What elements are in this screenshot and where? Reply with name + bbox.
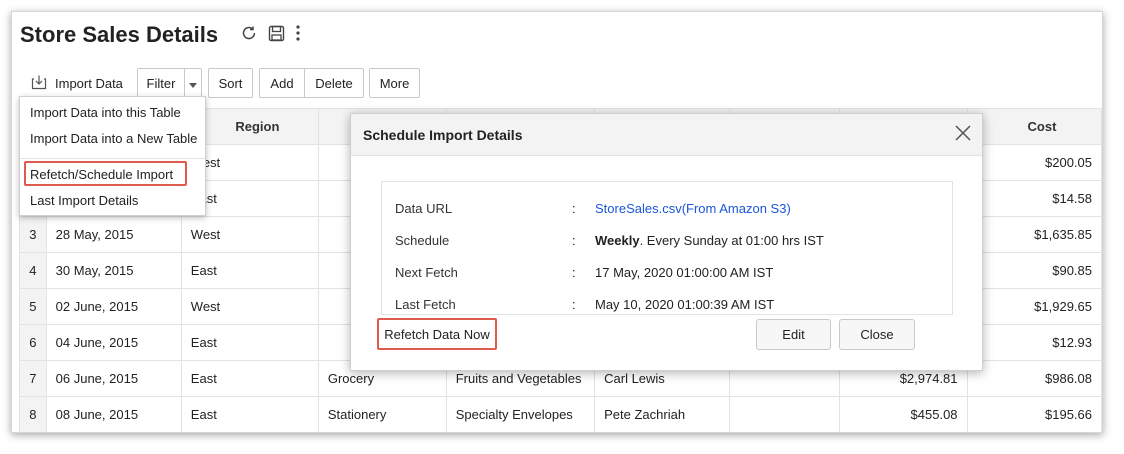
cell-cost[interactable]: $12.93 [966, 324, 1102, 361]
cell-product[interactable]: Specialty Envelopes [445, 396, 596, 432]
cell-region[interactable]: East [180, 396, 319, 432]
close-button[interactable]: Close [839, 319, 915, 350]
menu-item-import-into-table[interactable]: Import Data into this Table [30, 105, 181, 120]
row-number[interactable]: 6 [19, 324, 47, 361]
import-data-label: Import Data [55, 75, 123, 91]
toolbar: Import Data Filter Sort Add Delete More [19, 68, 420, 98]
cell-cost[interactable]: $200.05 [966, 144, 1102, 181]
schedule-import-dialog: Schedule Import Details Data URL : Store… [350, 113, 983, 371]
dialog-title: Schedule Import Details [363, 127, 523, 143]
cell-cost[interactable]: $195.66 [966, 396, 1102, 432]
dialog-header: Schedule Import Details [351, 114, 982, 156]
cell-date[interactable]: 02 June, 2015 [45, 288, 182, 325]
menu-divider [20, 158, 205, 159]
info-row-data-url: Data URL : StoreSales.csv(From Amazon S3… [382, 199, 952, 219]
row-number[interactable]: 5 [19, 288, 47, 325]
row-number[interactable]: 4 [19, 252, 47, 289]
row-number[interactable]: 8 [19, 396, 47, 432]
info-colon: : [572, 201, 576, 216]
filter-button[interactable]: Filter [137, 68, 184, 98]
cell-region[interactable]: West [180, 288, 319, 325]
info-label: Data URL [395, 201, 453, 216]
schedule-frequency: Weekly [595, 233, 640, 248]
import-info-panel: Data URL : StoreSales.csv(From Amazon S3… [381, 181, 953, 315]
cell-customer[interactable]: Pete Zachriah [594, 396, 730, 432]
app-window: Store Sales Details Import Data Filter S… [11, 11, 1103, 433]
info-row-next-fetch: Next Fetch : 17 May, 2020 01:00:00 AM IS… [382, 263, 952, 283]
cell-region[interactable]: West [180, 216, 319, 253]
cell-category[interactable]: Stationery [317, 396, 447, 432]
import-data-button[interactable]: Import Data [19, 68, 131, 98]
data-url-link[interactable]: StoreSales.csv(From Amazon S3) [595, 201, 791, 216]
cell-region[interactable]: East [180, 252, 319, 289]
title-actions [240, 24, 301, 42]
close-icon[interactable] [954, 124, 972, 147]
info-value: 17 May, 2020 01:00:00 AM IST [595, 265, 774, 280]
cell-empty[interactable] [728, 396, 840, 432]
column-header-label: Cost [1027, 119, 1057, 134]
page-title: Store Sales Details [20, 22, 219, 47]
caret-down-icon [189, 76, 197, 91]
row-number[interactable]: 7 [19, 360, 47, 397]
column-header-label: Region [235, 119, 280, 134]
table-row[interactable]: 8 08 June, 2015 East Stationery Specialty En… [19, 396, 1102, 432]
menu-item-import-into-new-table[interactable]: Import Data into a New Table [30, 131, 197, 146]
info-colon: : [572, 297, 576, 312]
cell-date[interactable]: 06 June, 2015 [45, 360, 182, 397]
info-row-last-fetch: Last Fetch : May 10, 2020 01:00:39 AM IS… [382, 295, 952, 315]
add-button[interactable]: Add [259, 68, 304, 98]
import-data-menu: Import Data into this Table Import Data … [19, 96, 206, 216]
cell-date[interactable]: 04 June, 2015 [45, 324, 182, 361]
info-value: Weekly. Every Sunday at 01:00 hrs IST [595, 233, 824, 248]
schedule-detail: . Every Sunday at 01:00 hrs IST [639, 233, 824, 248]
cell-region[interactable]: East [180, 324, 319, 361]
cell-date[interactable]: 30 May, 2015 [45, 252, 182, 289]
cell-cost[interactable]: $1,929.65 [966, 288, 1102, 325]
edit-button[interactable]: Edit [756, 319, 831, 350]
info-row-schedule: Schedule : Weekly. Every Sunday at 01:00… [382, 231, 952, 251]
info-label: Last Fetch [395, 297, 456, 312]
cell-date[interactable]: 08 June, 2015 [45, 396, 182, 432]
cell-cost[interactable]: $14.58 [966, 180, 1102, 217]
cell-sales[interactable]: $455.08 [838, 396, 968, 432]
sort-button[interactable]: Sort [208, 68, 253, 98]
info-colon: : [572, 265, 576, 280]
info-label: Schedule [395, 233, 450, 248]
cell-cost[interactable]: $90.85 [966, 252, 1102, 289]
save-icon[interactable] [268, 25, 285, 42]
column-header[interactable]: Cost [966, 108, 1102, 145]
cell-region[interactable]: East [180, 360, 319, 397]
cell-cost[interactable]: $986.08 [966, 360, 1102, 397]
cell-cost[interactable]: $1,635.85 [966, 216, 1102, 253]
info-label: Next Fetch [395, 265, 458, 280]
delete-button[interactable]: Delete [304, 68, 364, 98]
refetch-data-now-button[interactable]: Refetch Data Now [377, 318, 497, 350]
more-vertical-icon[interactable] [295, 24, 301, 42]
import-icon [31, 74, 47, 93]
menu-item-refetch-schedule[interactable]: Refetch/Schedule Import [30, 167, 173, 182]
more-button[interactable]: More [369, 68, 420, 98]
filter-dropdown-button[interactable] [184, 68, 202, 98]
menu-item-last-import-details[interactable]: Last Import Details [30, 193, 138, 208]
row-number[interactable]: 3 [19, 216, 47, 253]
info-colon: : [572, 233, 576, 248]
cell-date[interactable]: 28 May, 2015 [45, 216, 182, 253]
info-value: May 10, 2020 01:00:39 AM IST [595, 297, 775, 312]
refresh-icon[interactable] [240, 24, 258, 42]
